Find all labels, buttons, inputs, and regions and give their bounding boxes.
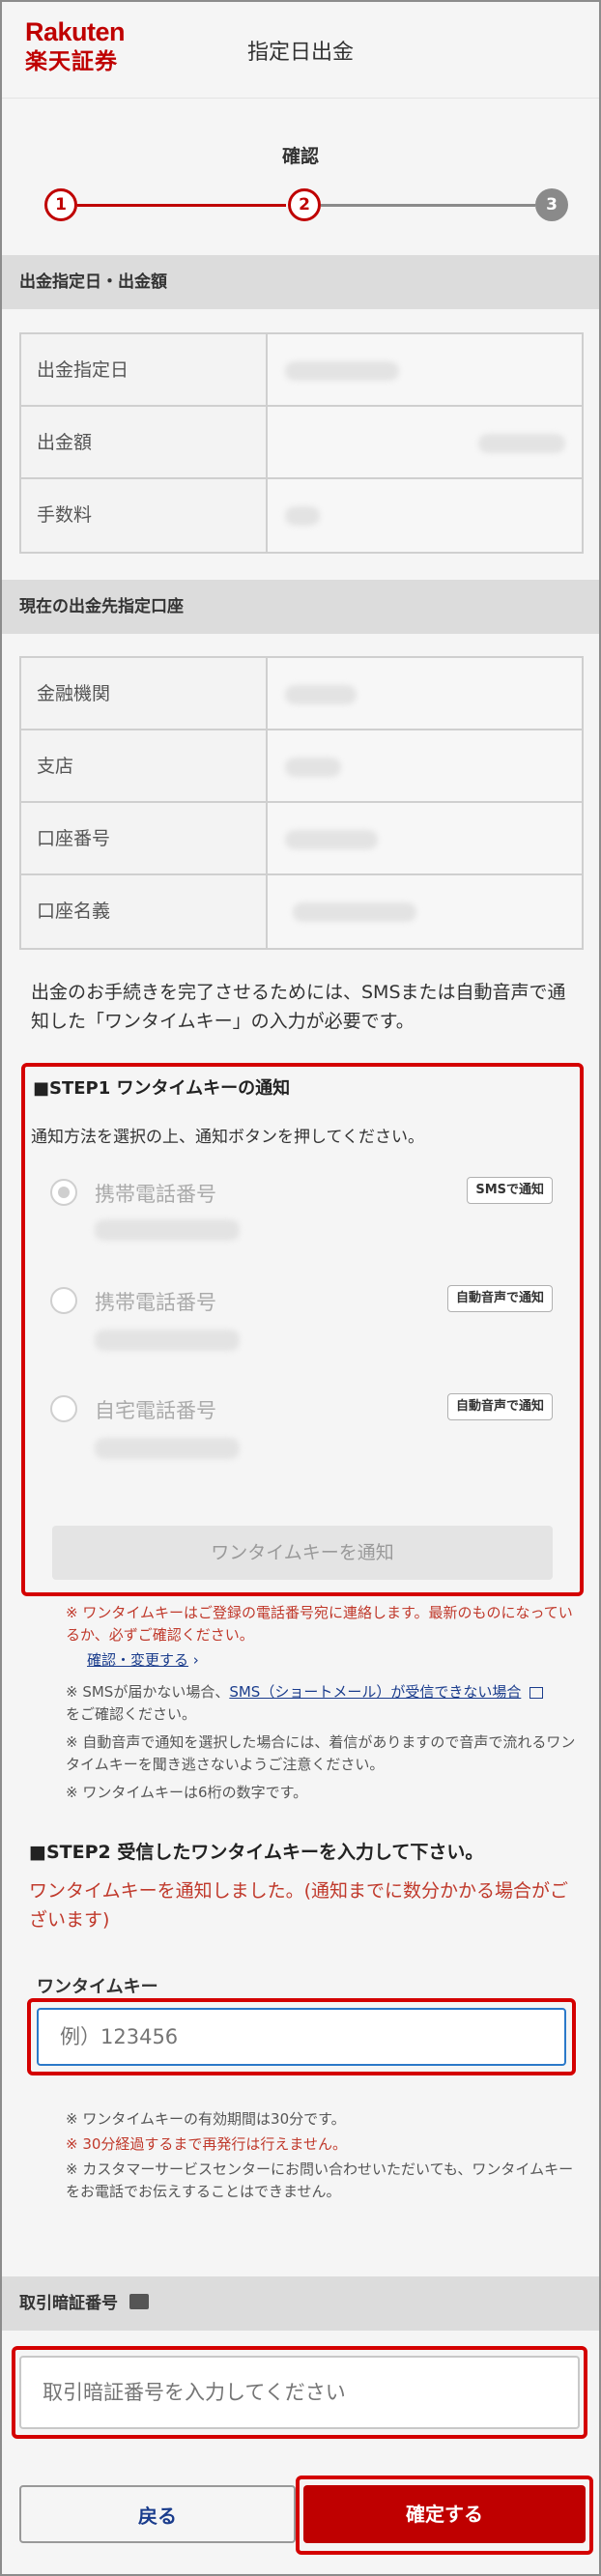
step1-title: ■STEP1 ワンタイムキーの通知 — [33, 1078, 291, 1099]
bank-value — [268, 658, 582, 729]
note-sms-suffix: をご確認ください。 — [66, 1705, 197, 1723]
note-six-digits: ※ ワンタイムキーは6桁の数字です。 — [66, 1784, 308, 1801]
notify-option-mobile-sms[interactable]: 携帯電話番号 SMSで通知 — [50, 1173, 553, 1212]
step2-title: ■STEP2 受信したワンタイムキーを入力して下さい。 — [29, 1842, 484, 1863]
step-2-indicator: 2 — [288, 188, 321, 221]
branch-value — [268, 730, 582, 801]
confirm-button[interactable]: 確定する — [303, 2485, 586, 2543]
notify-option-home-voice[interactable]: 自宅電話番号 自動音声で通知 — [50, 1389, 553, 1428]
help-icon[interactable] — [129, 2294, 149, 2309]
account-number-label: 口座番号 — [21, 803, 268, 873]
note-reissue: ※ 30分経過するまで再発行は行えません。 — [66, 2135, 347, 2153]
note-sms-prefix: ※ SMSが届かない場合、 — [66, 1683, 230, 1701]
trading-pin-input[interactable] — [19, 2356, 580, 2429]
back-button[interactable]: 戻る — [19, 2485, 296, 2543]
onetime-key-notice: 出金のお手続きを完了させるためには、SMSまたは自動音声で通知した「ワンタイムキ… — [31, 982, 566, 1032]
onetime-key-input[interactable] — [37, 2008, 566, 2066]
note-voice-notice: ※ 自動音声で通知を選択した場合には、着信がありますので音声で流れるワンタイムキ… — [66, 1733, 576, 1773]
withdrawal-amount-value — [268, 407, 582, 477]
account-holder-value — [268, 875, 582, 948]
note-phone-registration: ※ ワンタイムキーはご登録の電話番号宛に連絡します。最新のものになっているか、必… — [66, 1604, 573, 1644]
table-row: 出金指定日 — [21, 334, 582, 407]
option-label: 携帯電話番号 — [95, 1291, 216, 1314]
radio-mobile-voice[interactable] — [50, 1287, 77, 1314]
account-section-header: 現在の出金先指定口座 — [2, 580, 599, 634]
withdrawal-date-value — [268, 334, 582, 405]
pin-section-header: 取引暗証番号 — [2, 2276, 599, 2331]
masked-phone-number — [95, 1219, 240, 1241]
withdrawal-section-header: 出金指定日・出金額 — [2, 255, 599, 309]
fee-value — [268, 479, 582, 552]
page-title: 指定日出金 — [246, 41, 354, 65]
onetime-key-notify-button[interactable]: ワンタイムキーを通知 — [52, 1526, 553, 1580]
chevron-right-icon: › — [192, 1651, 199, 1669]
bank-label: 金融機関 — [21, 658, 268, 729]
table-row: 出金額 — [21, 407, 582, 479]
withdrawal-date-label: 出金指定日 — [21, 334, 268, 405]
masked-phone-number — [95, 1330, 240, 1351]
confirm-change-link[interactable]: 確認・変更する — [87, 1651, 188, 1669]
step-1-indicator: 1 — [44, 188, 77, 221]
table-row: 支店 — [21, 730, 582, 803]
account-holder-label: 口座名義 — [21, 875, 268, 948]
option-label: 自宅電話番号 — [95, 1399, 216, 1422]
option-label: 携帯電話番号 — [95, 1183, 216, 1206]
voice-notify-button-mobile[interactable]: 自動音声で通知 — [446, 1285, 553, 1312]
note-validity: ※ ワンタイムキーの有効期間は30分です。 — [66, 2110, 346, 2128]
sms-notify-button[interactable]: SMSで通知 — [467, 1177, 553, 1204]
step-current-title: 確認 — [281, 146, 319, 167]
step-progress-line-done — [77, 204, 286, 207]
voice-notify-button-home[interactable]: 自動音声で通知 — [446, 1393, 553, 1420]
branch-label: 支店 — [21, 730, 268, 801]
step-3-indicator: 3 — [535, 188, 568, 221]
sms-help-link[interactable]: SMS（ショートメール）が受信できない場合 — [229, 1683, 521, 1701]
fee-label: 手数料 — [21, 479, 268, 552]
external-window-icon — [529, 1686, 544, 1699]
confirm-change-link-row: 確認・変更する › — [87, 1649, 199, 1672]
step-progress-line-pending — [321, 204, 535, 207]
radio-home-voice[interactable] — [50, 1395, 77, 1422]
masked-phone-number — [95, 1438, 240, 1459]
step2-notified-message: ワンタイムキーを通知しました。(通知までに数分かかる場合がございます) — [29, 1880, 569, 1931]
table-row: 手数料 — [21, 479, 582, 552]
account-number-value — [268, 803, 582, 873]
pin-section-title: 取引暗証番号 — [19, 2294, 118, 2313]
table-row: 金融機関 — [21, 658, 582, 730]
note-sms-not-received: ※ SMSが届かない場合、SMS（ショートメール）が受信できない場合 をご確認く… — [66, 1681, 578, 1726]
table-row: 口座番号 — [21, 803, 582, 875]
app-header: Rakuten 楽天証券 指定日出金 — [2, 2, 599, 99]
account-info-table: 金融機関 支店 口座番号 口座名義 — [19, 656, 584, 950]
table-row: 口座名義 — [21, 875, 582, 948]
page-frame: Rakuten 楽天証券 指定日出金 確認 1 2 3 出金指定日・出金額 出金… — [0, 0, 601, 2576]
onetime-key-label: ワンタイムキー — [37, 1977, 158, 1997]
withdrawal-info-table: 出金指定日 出金額 手数料 — [19, 332, 584, 554]
notify-option-mobile-voice[interactable]: 携帯電話番号 自動音声で通知 — [50, 1281, 553, 1320]
radio-mobile-sms[interactable] — [50, 1179, 77, 1206]
note-customer-service: ※ カスタマーサービスセンターにお問い合わせいただいても、ワンタイムキーをお電話… — [66, 2161, 574, 2200]
withdrawal-amount-label: 出金額 — [21, 407, 268, 477]
step1-instruction: 通知方法を選択の上、通知ボタンを押してください。 — [31, 1128, 424, 1147]
